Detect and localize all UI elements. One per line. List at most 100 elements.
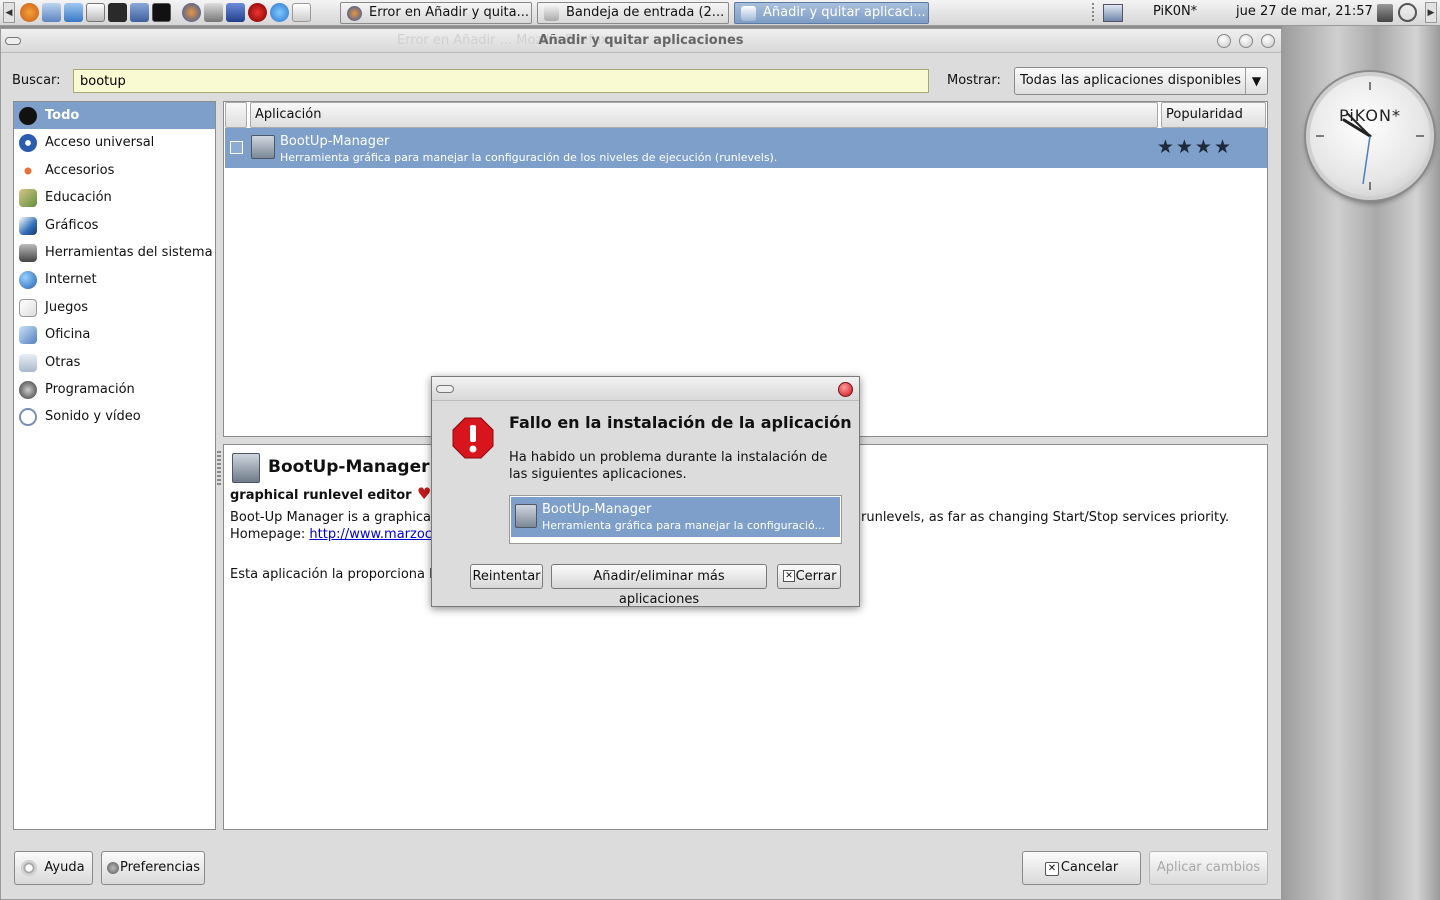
list-item[interactable]: BootUp-Manager Herramienta gráfica para … [511,497,840,537]
user-name[interactable]: PiK0N* [1153,4,1197,19]
monitor-icon[interactable] [108,3,127,22]
firefox-icon[interactable] [182,3,201,22]
plane-icon[interactable] [226,3,245,22]
preferences-gear-icon [107,862,119,874]
add-remove-button-label: Añadir/eliminar más aplicaciones [593,569,725,607]
graphics-brush-icon [19,216,37,235]
homepage-link[interactable]: http://www.marzocc [309,527,439,542]
chat-icon[interactable] [270,3,289,22]
system-tools-icon [19,243,37,262]
sidebar-item-oficina[interactable]: Oficina [14,321,215,348]
retry-button[interactable]: Reintentar [470,564,543,589]
preferences-button-label: Preferencias [119,860,201,875]
dialog-message: Ha habido un problema durante la instala… [509,450,828,482]
top-panel: ◀ Error en Añadir y quita... Bandeja de … [0,0,1440,26]
details-subtitle: graphical runlevel editor [230,488,412,503]
app-description: Herramienta gráfica para manejar la conf… [280,151,778,164]
panel-separator [1092,3,1094,23]
dialog-close-button[interactable]: ✕ Cerrar [777,564,841,589]
sidebar-item-accesorios[interactable]: Accesorios [14,157,215,184]
column-header-app[interactable]: Aplicación [250,102,1158,128]
bootup-manager-icon [251,135,275,159]
task-label: Error en Añadir y quita... [369,5,530,20]
add-remove-more-button[interactable]: Añadir/eliminar más aplicaciones [551,564,767,607]
clock-text[interactable]: jue 27 de mar, 21:57 [1236,4,1373,19]
show-filter-value: Todas las aplicaciones disponibles [1020,73,1242,88]
cards-icon [19,298,37,317]
column-header-popularity-label: Popularidad [1166,107,1243,122]
dialog-title: Fallo en la instalación de la aplicación [509,413,852,432]
heart-icon: ♥ [417,484,432,503]
preferences-button[interactable]: Preferencias [101,851,205,885]
sidebar-item-label: Todo [45,108,80,123]
ubuntu-menu-icon[interactable] [20,3,39,22]
files-icon[interactable] [42,3,61,22]
scroll-left-arrow[interactable]: ◀ [3,2,15,23]
scroll-right-arrow[interactable]: ▶ [1425,2,1437,23]
sidebar-item-graficos[interactable]: Gráficos [14,212,215,239]
help-button[interactable]: Ayuda [14,851,93,885]
provided-by-text: Esta aplicación la proporciona la [230,567,441,582]
table-row[interactable]: BootUp-Manager Herramienta gráfica para … [225,128,1267,168]
dialog-close-label: Cerrar [795,569,837,584]
failed-app-name: BootUp-Manager [542,502,652,517]
retry-button-label: Reintentar [472,569,541,584]
details-text: Boot-Up Manager is a graphical [230,510,435,525]
tools-icon[interactable] [204,3,223,22]
other-folder-icon [19,353,37,372]
show-filter-select[interactable]: Todas las aplicaciones disponibles ▼ [1014,67,1268,95]
sidebar-item-todo[interactable]: Todo [14,102,215,130]
column-header-app-label: Aplicación [255,107,322,122]
sidebar-item-programacion[interactable]: Programación [14,376,215,403]
dialog-close-icon[interactable] [838,382,853,397]
sidebar-item-internet[interactable]: Internet [14,266,215,293]
failed-app-description: Herramienta gráfica para manejar la conf… [542,519,825,532]
sidebar-item-herramientas[interactable]: Herramientas del sistema [14,239,215,266]
maximize-button[interactable] [1239,34,1253,48]
sidebar-item-label: Internet [45,272,97,288]
chevron-down-icon: ▼ [1245,68,1267,94]
education-icon [19,189,37,208]
sidebar-item-otras[interactable]: Otras [14,349,215,376]
task-firefox-error[interactable]: Error en Añadir y quita... [340,2,532,24]
cancel-button-label: Cancelar [1060,860,1119,875]
terminal-icon[interactable] [152,3,171,22]
task-add-remove[interactable]: Añadir y quitar aplicaci... [734,2,929,24]
pane-resize-handle[interactable] [217,451,221,485]
network-icon[interactable] [1103,4,1123,22]
home-icon[interactable] [86,3,105,22]
install-checkbox[interactable] [230,141,243,154]
bootup-manager-icon [232,453,260,483]
sidebar-item-label: Juegos [45,299,89,315]
accessories-icon [19,161,37,180]
note-icon[interactable] [292,3,311,22]
homepage-label: Homepage: [230,527,306,542]
window-title: Añadir y quitar aplicaciones [538,33,744,48]
minimize-button[interactable] [1217,34,1231,48]
close-button[interactable] [1261,34,1275,48]
trash-icon[interactable] [1377,4,1393,22]
search-label: Buscar: [12,73,61,88]
settings-icon[interactable] [130,3,149,22]
power-icon[interactable] [1398,3,1417,22]
task-label: Bandeja de entrada (2... [566,5,725,20]
sidebar-item-sonido[interactable]: Sonido y vídeo [14,403,215,430]
column-header-popularity[interactable]: Popularidad [1161,102,1266,128]
add-remove-icon [741,6,756,21]
sidebar-item-acceso-universal[interactable]: Acceso universal [14,129,215,156]
sidebar-item-educacion[interactable]: Educación [14,184,215,211]
record-icon[interactable] [248,3,267,22]
help-button-label: Ayuda [44,860,85,875]
launcher-bar [20,3,311,23]
window-titlebar[interactable]: Error en Añadir ... Mozilla Firefox Añad… [1,29,1281,53]
details-title: BootUp-Manager [268,457,430,477]
cancel-button[interactable]: ✕ Cancelar [1022,851,1141,885]
column-header-check[interactable] [225,102,247,128]
dialog-menu-button[interactable] [436,385,454,393]
dialog-titlebar[interactable] [432,377,859,401]
pictures-icon[interactable] [64,3,83,22]
task-mail[interactable]: Bandeja de entrada (2... [537,2,729,24]
sidebar-item-juegos[interactable]: Juegos [14,294,215,321]
apply-changes-button[interactable]: Aplicar cambios [1149,851,1268,885]
search-input[interactable] [73,69,929,93]
